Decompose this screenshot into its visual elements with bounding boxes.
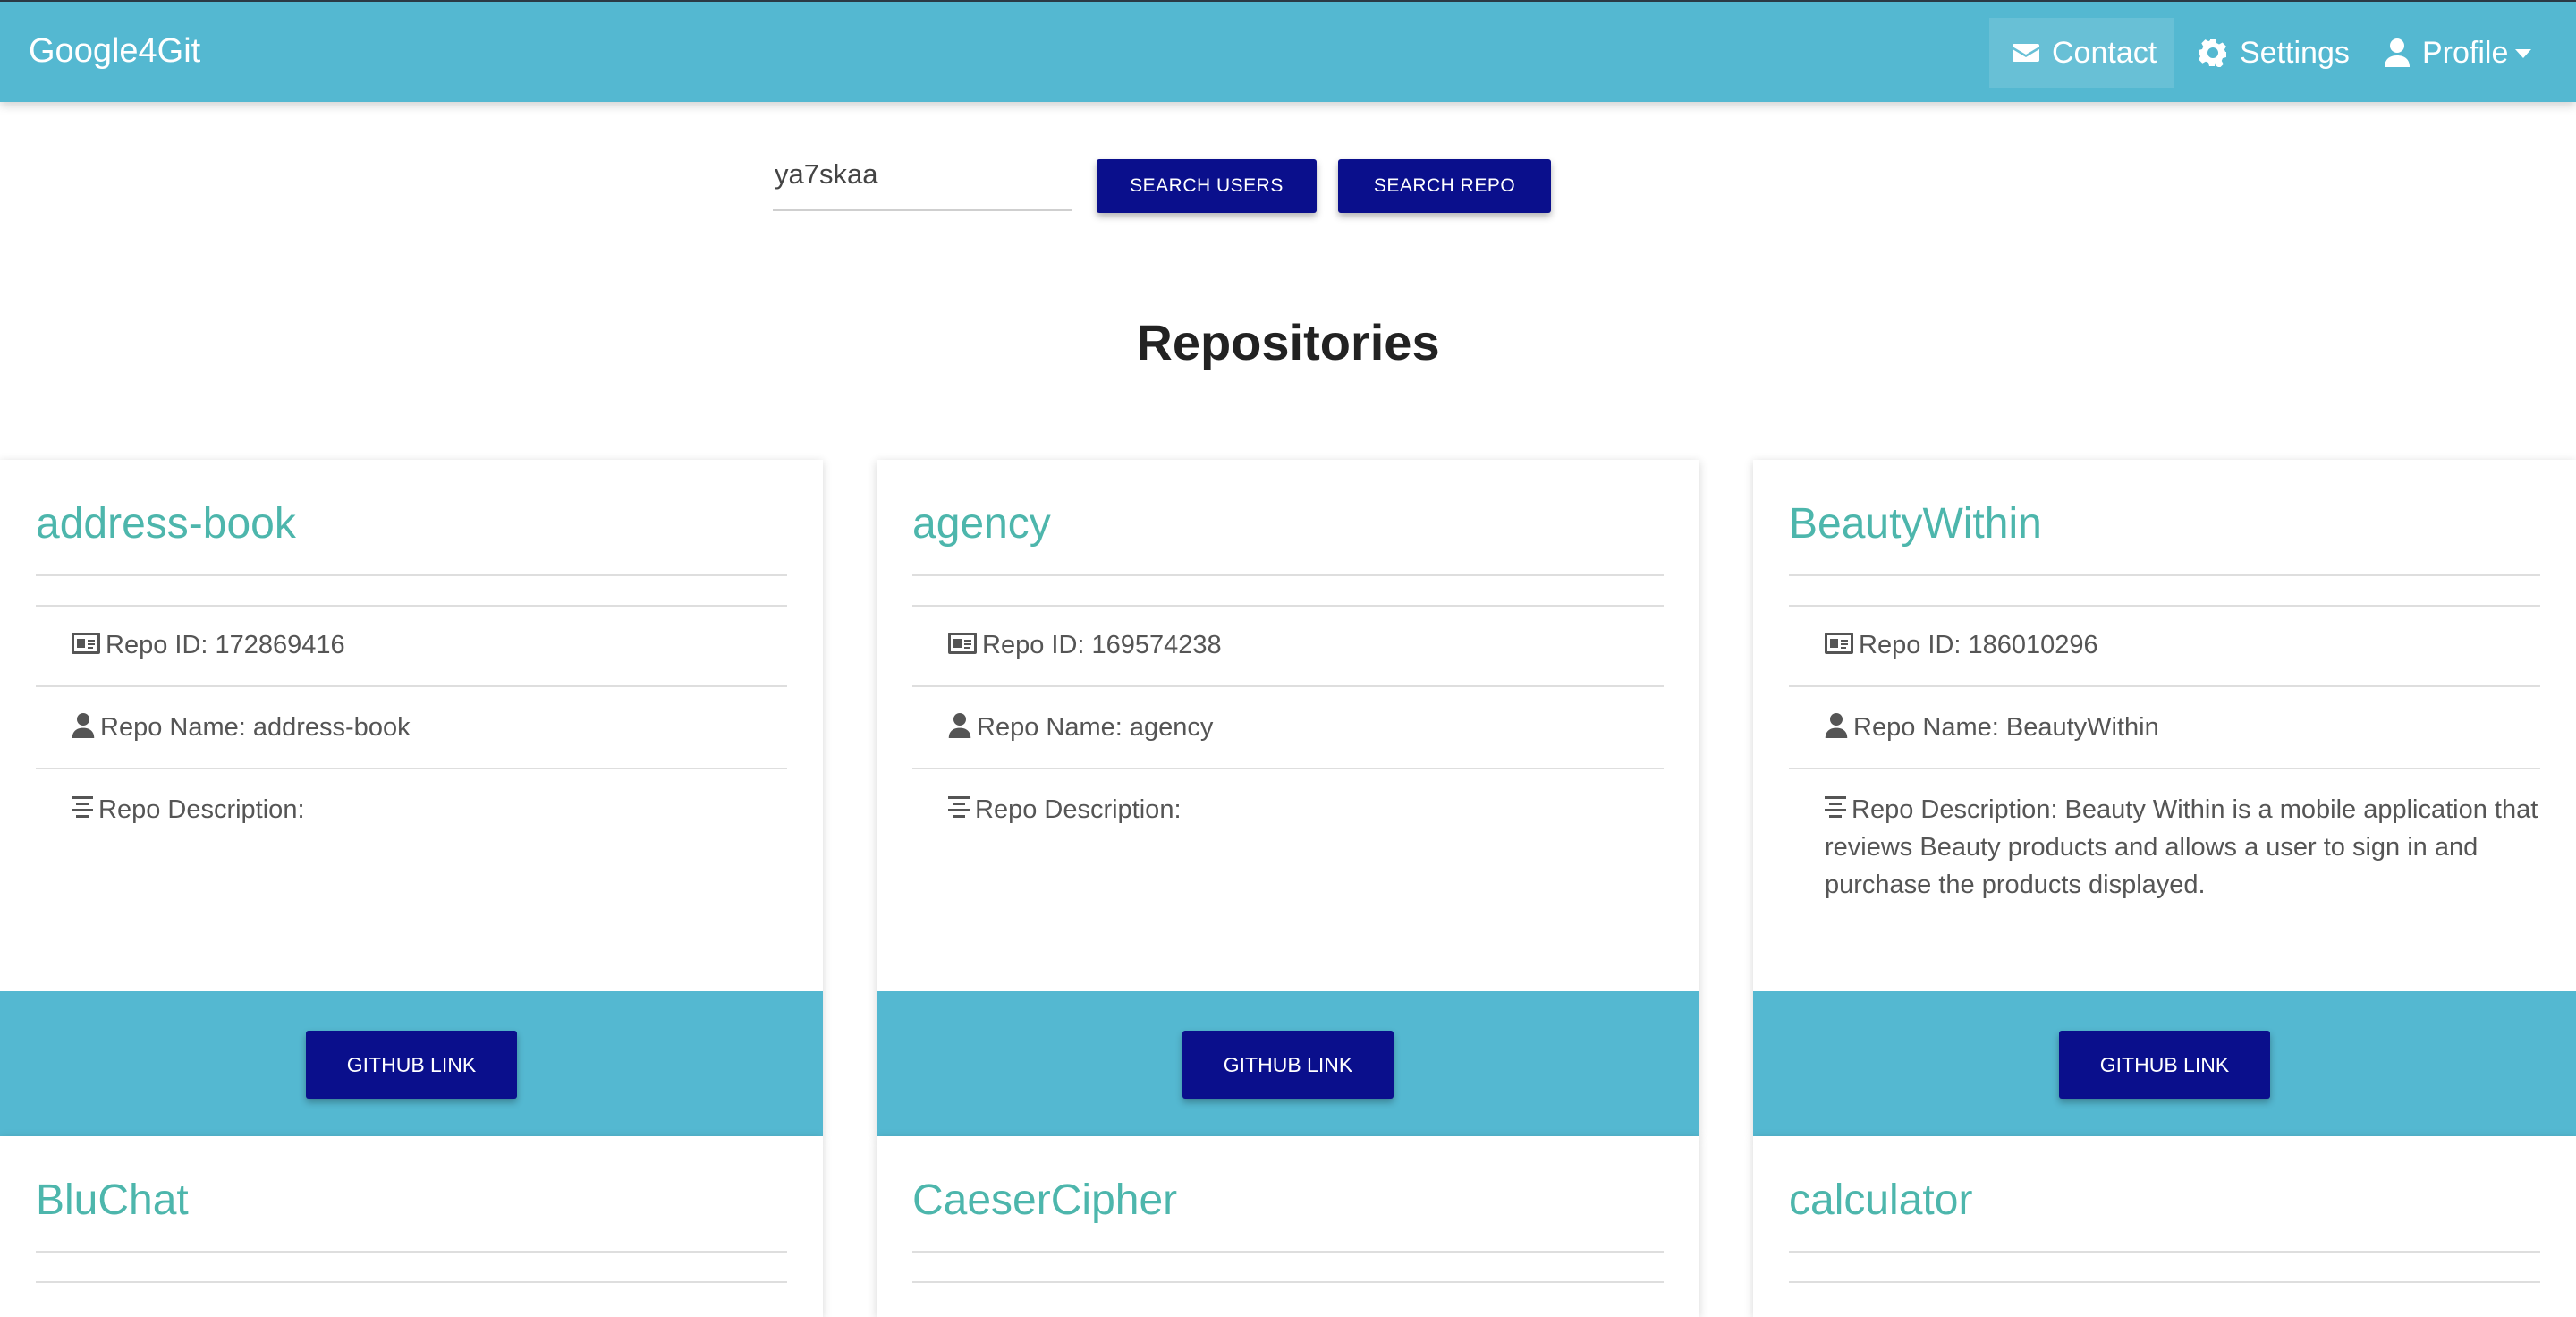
repo-description-row: Repo Description: [36, 791, 787, 828]
search-repo-button[interactable]: SEARCH REPO [1338, 159, 1551, 213]
divider [912, 768, 1664, 769]
divider [36, 1251, 787, 1253]
divider [912, 574, 1664, 576]
repo-name-row: Repo Name: address-book [36, 709, 787, 746]
divider [36, 685, 787, 687]
align-center-icon [72, 796, 93, 819]
chevron-down-icon [2515, 49, 2532, 58]
divider [1789, 574, 2540, 576]
user-icon [2385, 38, 2410, 67]
divider [912, 605, 1664, 607]
repo-name-row: Repo Name: agency [912, 709, 1664, 746]
repo-description-text: Repo Description: Beauty Within is a mob… [1825, 795, 2538, 899]
repo-id-row: Repo ID: 172869416 [36, 626, 787, 664]
repo-id-row: Repo ID: 169574238 [912, 626, 1664, 664]
repo-id-text: Repo ID: 169574238 [982, 631, 1222, 659]
user-icon [1825, 713, 1848, 739]
divider [912, 685, 1664, 687]
card-footer: GITHUB LINK [877, 991, 1699, 1136]
repo-description-row: Repo Description: Beauty Within is a mob… [1789, 791, 2540, 904]
align-center-icon [1825, 796, 1846, 819]
divider [1789, 768, 2540, 769]
github-link-button[interactable]: GITHUB LINK [306, 1031, 517, 1099]
search-users-button[interactable]: SEARCH USERS [1097, 159, 1317, 213]
repo-title: CaeserCipher [912, 1177, 1178, 1224]
divider [1789, 1251, 2540, 1253]
repo-title: agency [912, 500, 1051, 548]
divider [1789, 605, 2540, 607]
divider [36, 1281, 787, 1283]
divider [1789, 1281, 2540, 1283]
repo-card: CaeserCipher [877, 1136, 1699, 1317]
id-card-icon [948, 633, 977, 655]
repo-card: calculator [1753, 1136, 2576, 1317]
divider [36, 768, 787, 769]
nav-settings[interactable]: Settings [2197, 18, 2368, 88]
align-center-icon [948, 796, 970, 819]
envelope-icon [2012, 44, 2039, 62]
divider [1789, 685, 2540, 687]
divider [36, 605, 787, 607]
card-footer: GITHUB LINK [1753, 991, 2576, 1136]
repo-name-row: Repo Name: BeautyWithin [1789, 709, 2540, 746]
nav-profile-label: Profile [2422, 35, 2509, 70]
repo-title: calculator [1789, 1177, 1973, 1224]
repo-title: address-book [36, 500, 296, 548]
id-card-icon [1825, 633, 1853, 655]
nav-contact[interactable]: Contact [1989, 18, 2174, 88]
gear-icon [2199, 39, 2226, 67]
repo-id-text: Repo ID: 172869416 [106, 631, 345, 659]
repo-name-text: Repo Name: agency [977, 713, 1214, 742]
repo-name-text: Repo Name: address-book [100, 713, 411, 742]
repo-description-row: Repo Description: [912, 791, 1664, 828]
repo-description-text: Repo Description: [975, 795, 1182, 824]
nav-contact-label: Contact [2052, 35, 2157, 70]
github-link-button[interactable]: GITHUB LINK [2059, 1031, 2270, 1099]
repo-name-text: Repo Name: BeautyWithin [1853, 713, 2159, 742]
repo-description-text: Repo Description: [98, 795, 305, 824]
repo-title: BluChat [36, 1177, 189, 1224]
repo-id-text: Repo ID: 186010296 [1859, 631, 2098, 659]
repo-card: address-book Repo ID: 172869416 Repo Nam… [0, 460, 823, 1136]
page-title: Repositories [1136, 314, 1440, 370]
nav-settings-label: Settings [2240, 35, 2350, 70]
brand-logo[interactable]: Google4Git [29, 32, 200, 71]
card-footer: GITHUB LINK [0, 991, 823, 1136]
nav-profile-dropdown[interactable]: Profile [2383, 18, 2562, 88]
divider [912, 1281, 1664, 1283]
repo-id-row: Repo ID: 186010296 [1789, 626, 2540, 664]
repo-card: agency Repo ID: 169574238 Repo Name: age… [877, 460, 1699, 1136]
user-icon [72, 713, 95, 739]
repo-title: BeautyWithin [1789, 500, 2042, 548]
user-icon [948, 713, 971, 739]
top-navbar: Google4Git Contact Settings Profile [0, 0, 2576, 102]
github-link-button[interactable]: GITHUB LINK [1182, 1031, 1394, 1099]
divider [36, 574, 787, 576]
divider [912, 1251, 1664, 1253]
repo-card: BluChat [0, 1136, 823, 1317]
id-card-icon [72, 633, 100, 655]
search-input[interactable] [773, 152, 1072, 211]
repo-card: BeautyWithin Repo ID: 186010296 Repo Nam… [1753, 460, 2576, 1136]
